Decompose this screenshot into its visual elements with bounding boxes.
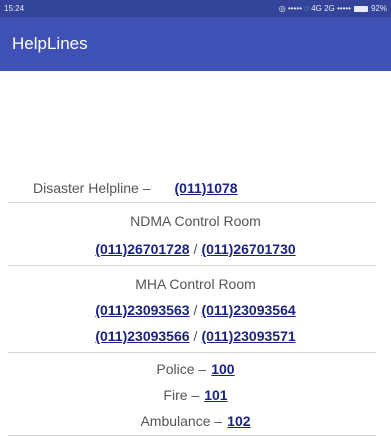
fire-number-link[interactable]: 101 xyxy=(204,387,227,403)
divider xyxy=(8,265,376,266)
disaster-helpline-row: Disaster Helpline – (011)1078 xyxy=(0,176,391,200)
helpline-list: Disaster Helpline – (011)1078 NDMA Contr… xyxy=(0,176,391,436)
police-number-link[interactable]: 100 xyxy=(211,361,234,377)
number-separator: / xyxy=(193,241,198,257)
ndma-title-row: NDMA Control Room xyxy=(0,209,391,233)
status-indicators: ◎ ••••• ◌ 4G 2G ••••• 92% xyxy=(279,4,387,13)
ambulance-number-link[interactable]: 102 xyxy=(227,413,250,429)
ambulance-label: Ambulance – xyxy=(140,413,223,429)
mha-numbers-row-2: (011)23093566 / (011)23093571 xyxy=(0,324,391,348)
divider xyxy=(8,435,376,436)
mha-number-link-3[interactable]: (011)23093566 xyxy=(95,328,189,344)
fire-label: Fire – xyxy=(163,387,200,403)
app-title: HelpLines xyxy=(12,34,88,53)
mha-numbers-row-1: (011)23093563 / (011)23093564 xyxy=(0,298,391,322)
mha-title-row: MHA Control Room xyxy=(0,272,391,296)
status-time: 15:24 xyxy=(4,4,25,13)
number-separator: / xyxy=(193,302,198,318)
divider xyxy=(8,352,376,353)
battery-level: 92% xyxy=(370,4,387,13)
app-bar: HelpLines xyxy=(0,17,391,71)
signal-icons: ◎ ••••• ◌ 4G 2G ••••• xyxy=(278,4,351,13)
ndma-numbers-row: (011)26701728 / (011)26701730 xyxy=(0,237,391,261)
mha-number-link-2[interactable]: (011)23093564 xyxy=(201,302,295,318)
ndma-number-link-2[interactable]: (011)26701730 xyxy=(201,241,295,257)
disaster-helpline-number-link[interactable]: (011)1078 xyxy=(175,180,238,196)
mha-title: MHA Control Room xyxy=(135,276,256,292)
status-bar: 15:24 ◎ ••••• ◌ 4G 2G ••••• 92% xyxy=(0,0,391,17)
ndma-number-link-1[interactable]: (011)26701728 xyxy=(95,241,189,257)
battery-icon xyxy=(353,5,368,12)
number-separator: / xyxy=(193,328,198,344)
ambulance-row: Ambulance – 102 xyxy=(0,409,391,433)
mha-number-link-1[interactable]: (011)23093563 xyxy=(95,302,189,318)
police-label: Police – xyxy=(156,361,207,377)
disaster-helpline-label: Disaster Helpline – xyxy=(33,180,151,196)
fire-row: Fire – 101 xyxy=(0,383,391,407)
ndma-title: NDMA Control Room xyxy=(130,213,261,229)
police-row: Police – 100 xyxy=(0,357,391,381)
mha-number-link-4[interactable]: (011)23093571 xyxy=(201,328,295,344)
divider xyxy=(8,202,376,203)
